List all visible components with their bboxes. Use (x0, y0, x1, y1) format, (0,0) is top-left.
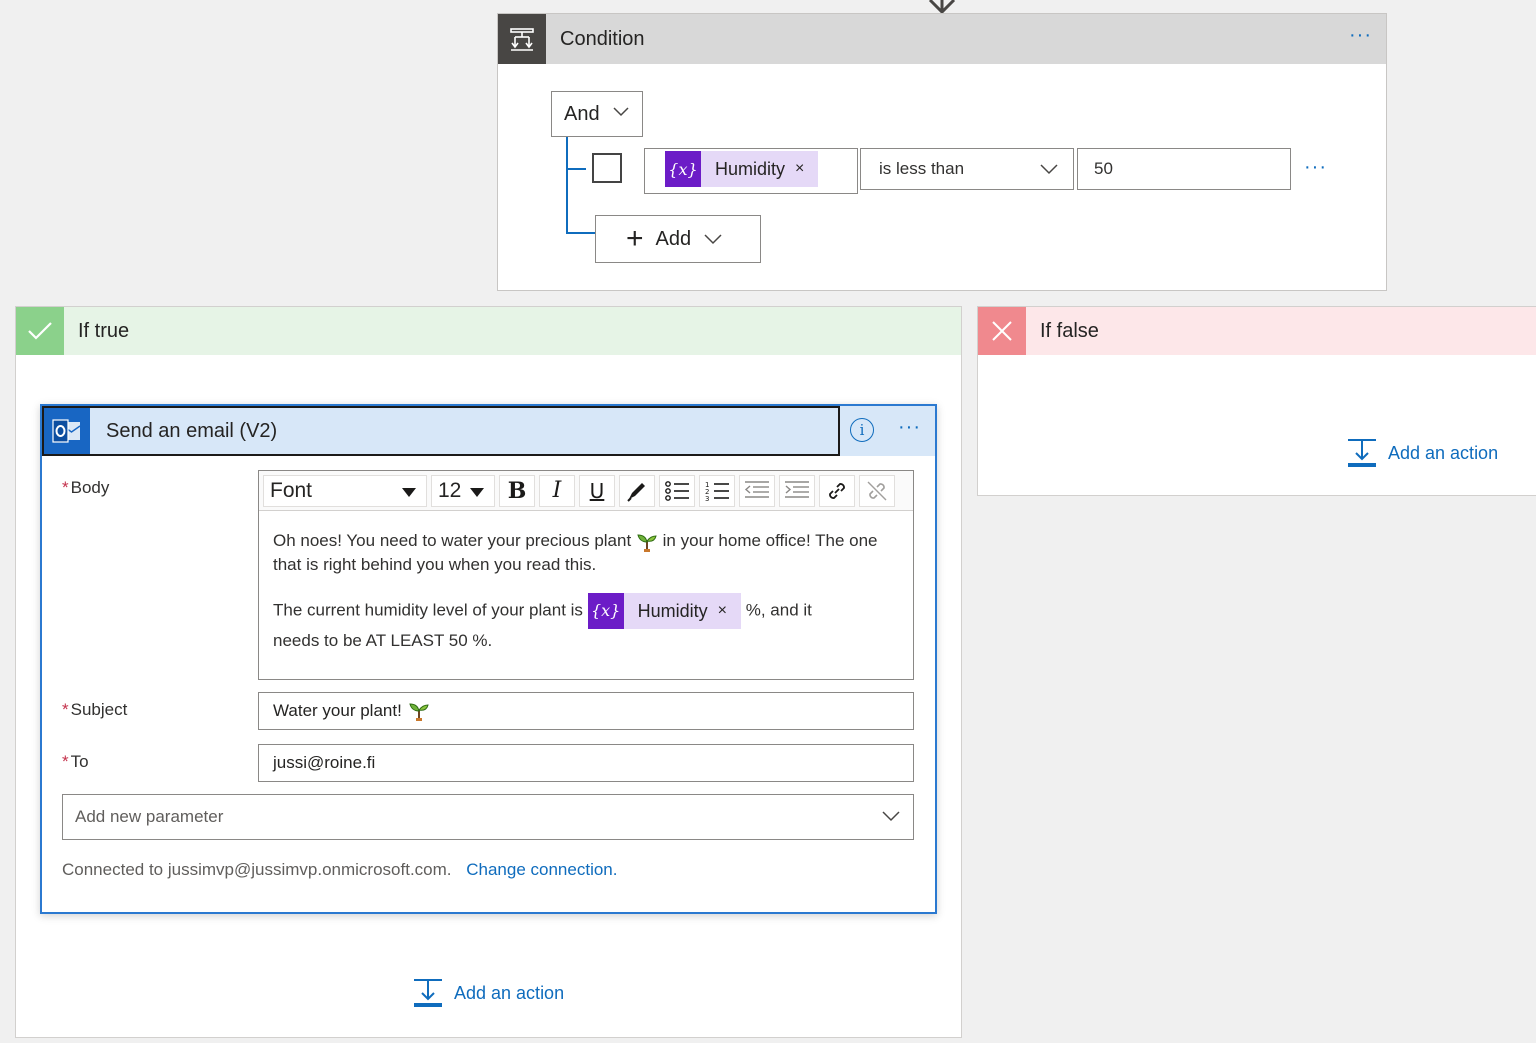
to-value: jussi@roine.fi (273, 753, 376, 772)
info-icon[interactable]: i (850, 418, 874, 442)
if-false-add-action-link[interactable]: Add an action (1346, 437, 1498, 469)
token-remove-icon[interactable]: × (718, 599, 727, 623)
editor-toolbar: Font 12 B I U 1 2 3 (259, 471, 913, 511)
outlook-icon (44, 408, 90, 454)
unlink-icon (867, 481, 887, 500)
tree-line (566, 168, 586, 170)
font-select[interactable]: Font (263, 474, 427, 507)
add-action-label: Add an action (1388, 442, 1499, 463)
numbered-list-button[interactable]: 1 2 3 (699, 474, 735, 507)
to-label: * To (62, 752, 89, 771)
value-text: 50 (1094, 159, 1113, 178)
row-checkbox[interactable] (592, 153, 622, 183)
body-label: * Body (62, 478, 110, 497)
pen-icon (627, 482, 645, 502)
add-new-parameter-select[interactable]: Add new parameter (62, 794, 914, 840)
send-email-card: Send an email (V2) i ··· * Body Font 12 B… (40, 404, 937, 914)
if-false-title: If false (1040, 319, 1099, 342)
add-action-label: Add an action (454, 982, 565, 1003)
close-icon (978, 307, 1026, 355)
chevron-down-icon (704, 234, 722, 245)
condition-value-input[interactable]: 50 (1077, 148, 1291, 190)
seedling-icon (409, 703, 429, 721)
link-icon (829, 482, 845, 499)
if-true-title: If true (78, 319, 130, 342)
to-input[interactable]: jussi@roine.fi (258, 744, 914, 782)
decrease-indent-button[interactable] (739, 474, 775, 507)
chevron-down-icon (613, 107, 629, 117)
body-paragraph-1: Oh noes! You need to water your precious… (273, 531, 878, 574)
row-more-icon[interactable]: ··· (1304, 156, 1327, 179)
operator-value: is less than (879, 159, 965, 178)
outdent-icon (744, 480, 769, 498)
humidity-token[interactable]: {x} Humidity × (665, 151, 819, 187)
send-email-title-bar[interactable]: Send an email (V2) (42, 406, 840, 456)
increase-indent-button[interactable] (779, 474, 815, 507)
token-label: Humidity (715, 158, 786, 179)
add-label: Add (655, 227, 692, 250)
highlight-pen-button[interactable] (619, 474, 655, 507)
if-true-add-action-link[interactable]: Add an action (412, 977, 564, 1009)
chevron-down-icon (882, 811, 900, 822)
humidity-token[interactable]: {x} Humidity × (587, 593, 742, 629)
group-operator-value: And (564, 102, 600, 125)
add-action-icon (414, 979, 442, 1007)
if-false-header[interactable]: If false (978, 307, 1536, 355)
caret-down-icon (470, 487, 484, 497)
required-mark: * (62, 752, 69, 771)
if-false-branch: If false Add an action (977, 306, 1536, 496)
condition-left-operand[interactable]: {x} Humidity × (644, 148, 858, 194)
change-connection-link[interactable]: Change connection. (466, 860, 617, 879)
subject-input[interactable]: Water your plant! (258, 692, 914, 730)
variable-icon: {x} (665, 151, 701, 187)
subject-label: * Subject (62, 700, 128, 719)
numbered-list-icon: 1 2 3 (705, 481, 729, 502)
condition-icon (498, 14, 546, 64)
add-action-icon (1348, 439, 1376, 467)
bullet-list-button[interactable] (659, 474, 695, 507)
token-remove-icon[interactable]: × (795, 160, 804, 178)
bold-button[interactable]: B (499, 474, 535, 507)
if-true-header[interactable]: If true (16, 307, 961, 355)
editor-content[interactable]: Oh noes! You need to water your precious… (259, 511, 913, 687)
condition-card: Condition ··· And {x} Humidity × is less… (497, 13, 1387, 291)
bullet-list-icon (665, 480, 689, 501)
caret-down-icon (402, 487, 416, 497)
tree-line (566, 232, 596, 234)
italic-button[interactable]: I (539, 474, 575, 507)
tree-line (566, 137, 568, 234)
font-size-select[interactable]: 12 (431, 474, 495, 507)
checkmark-icon (16, 307, 64, 355)
svg-text:3: 3 (705, 495, 709, 502)
send-email-title: Send an email (V2) (106, 419, 278, 442)
chevron-down-icon (1040, 164, 1058, 175)
token-label: Humidity (637, 601, 708, 621)
condition-operator-select[interactable]: is less than (860, 148, 1074, 190)
add-parameter-placeholder: Add new parameter (75, 807, 224, 826)
seedling-icon (637, 534, 657, 552)
condition-title: Condition (560, 27, 645, 50)
indent-icon (785, 480, 809, 498)
underline-button[interactable]: U (579, 474, 615, 507)
body-editor[interactable]: Font 12 B I U 1 2 3 Oh noes! You need to… (258, 470, 914, 680)
required-mark: * (62, 700, 69, 719)
condition-more-icon[interactable]: ··· (1349, 24, 1372, 47)
subject-value: Water your plant! (273, 701, 402, 720)
insert-link-button[interactable] (819, 474, 855, 507)
body-paragraph-2: The current humidity level of your plant… (273, 593, 899, 653)
add-condition-button[interactable]: + Add (595, 215, 761, 263)
condition-header[interactable]: Condition ··· (498, 14, 1386, 64)
email-more-icon[interactable]: ··· (898, 416, 921, 439)
send-email-header[interactable]: Send an email (V2) i ··· (42, 406, 935, 456)
variable-icon: {x} (587, 593, 624, 629)
required-mark: * (62, 478, 69, 497)
plus-icon: + (626, 222, 644, 255)
remove-link-button[interactable] (859, 474, 895, 507)
group-operator-select[interactable]: And (551, 91, 643, 137)
connection-info: Connected to jussimvp@jussimvp.onmicroso… (62, 860, 618, 879)
